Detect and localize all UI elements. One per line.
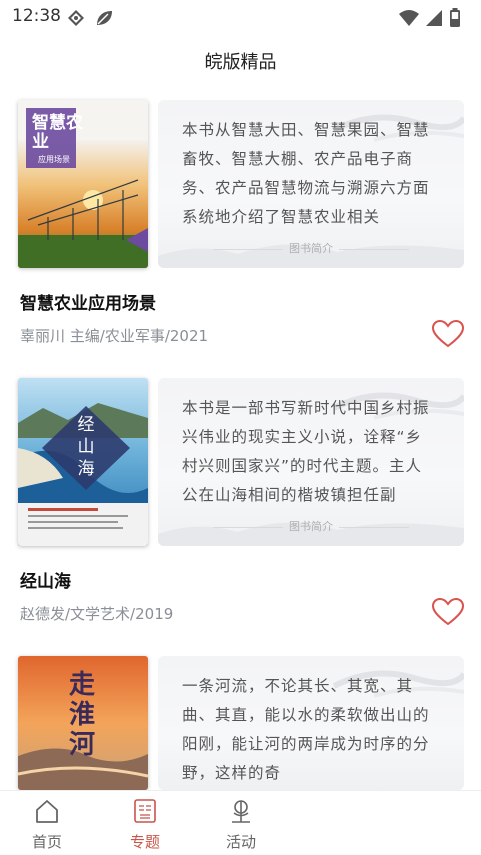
book-meta: 赵德发/文学艺术/2019 — [20, 605, 174, 623]
home-icon — [36, 800, 58, 823]
status-time: 12:38 — [12, 6, 61, 26]
bottom-tab-bar: 首页 专题 活动 — [0, 790, 481, 855]
battery-icon — [449, 8, 461, 32]
cover-title: 智慧农业 — [32, 113, 83, 152]
signal-icon — [425, 9, 443, 31]
tab-label: 首页 — [31, 833, 62, 851]
cover-title: 经山海 — [77, 415, 95, 479]
page-title: 皖版精品 — [204, 52, 277, 73]
tab-label: 专题 — [129, 833, 160, 851]
cover-subtitle: 应用场景 — [38, 155, 70, 164]
status-bar: 12:38 — [0, 0, 481, 34]
heart-icon — [431, 319, 465, 348]
book-cover[interactable]: 智慧农业 应用场景 — [18, 100, 148, 268]
activity-icon — [232, 800, 250, 823]
favorite-button[interactable] — [431, 319, 465, 349]
heart-icon — [431, 597, 465, 626]
tab-label: 活动 — [225, 833, 256, 851]
intro-tag: 图书简介 — [158, 518, 464, 534]
topic-icon — [134, 799, 156, 823]
tab-activity[interactable]: 活动 — [206, 791, 276, 855]
wifi-icon — [399, 9, 419, 31]
intro-card[interactable]: 一条河流，不论其长、其宽、其曲、其直，能以水的柔软做出山的阳刚，能让河的两岸成为… — [158, 656, 464, 790]
cover-title: 走淮河 — [68, 670, 95, 760]
notification-icon — [66, 8, 86, 32]
tab-home[interactable]: 首页 — [12, 791, 82, 855]
book-intro: 一条河流，不论其长、其宽、其曲、其直，能以水的柔软做出山的阳刚，能让河的两岸成为… — [182, 677, 430, 782]
book-cover[interactable]: 经山海 — [18, 378, 148, 546]
leaf-icon — [94, 8, 114, 32]
intro-tag: 图书简介 — [158, 240, 464, 256]
status-right-icons — [399, 8, 461, 32]
book-cover[interactable]: 走淮河 — [18, 656, 148, 790]
book-intro: 本书是一部书写新时代中国乡村振兴伟业的现实主义小说，诠释“乡村兴则国家兴”的时代… — [182, 399, 430, 504]
book-intro: 本书从智慧大田、智慧果园、智慧畜牧、智慧大棚、农产品电子商务、农产品智慧物流与溯… — [182, 121, 430, 226]
favorite-button[interactable] — [431, 597, 465, 627]
status-left-icons — [66, 8, 114, 32]
tab-topic[interactable]: 专题 — [110, 791, 180, 855]
intro-card[interactable]: 本书从智慧大田、智慧果园、智慧畜牧、智慧大棚、农产品电子商务、农产品智慧物流与溯… — [158, 100, 464, 268]
book-title[interactable]: 智慧农业应用场景 — [20, 289, 156, 314]
book-meta: 辜丽川 主编/农业军事/2021 — [20, 327, 209, 345]
book-title[interactable]: 经山海 — [20, 567, 71, 592]
intro-card[interactable]: 本书是一部书写新时代中国乡村振兴伟业的现实主义小说，诠释“乡村兴则国家兴”的时代… — [158, 378, 464, 546]
